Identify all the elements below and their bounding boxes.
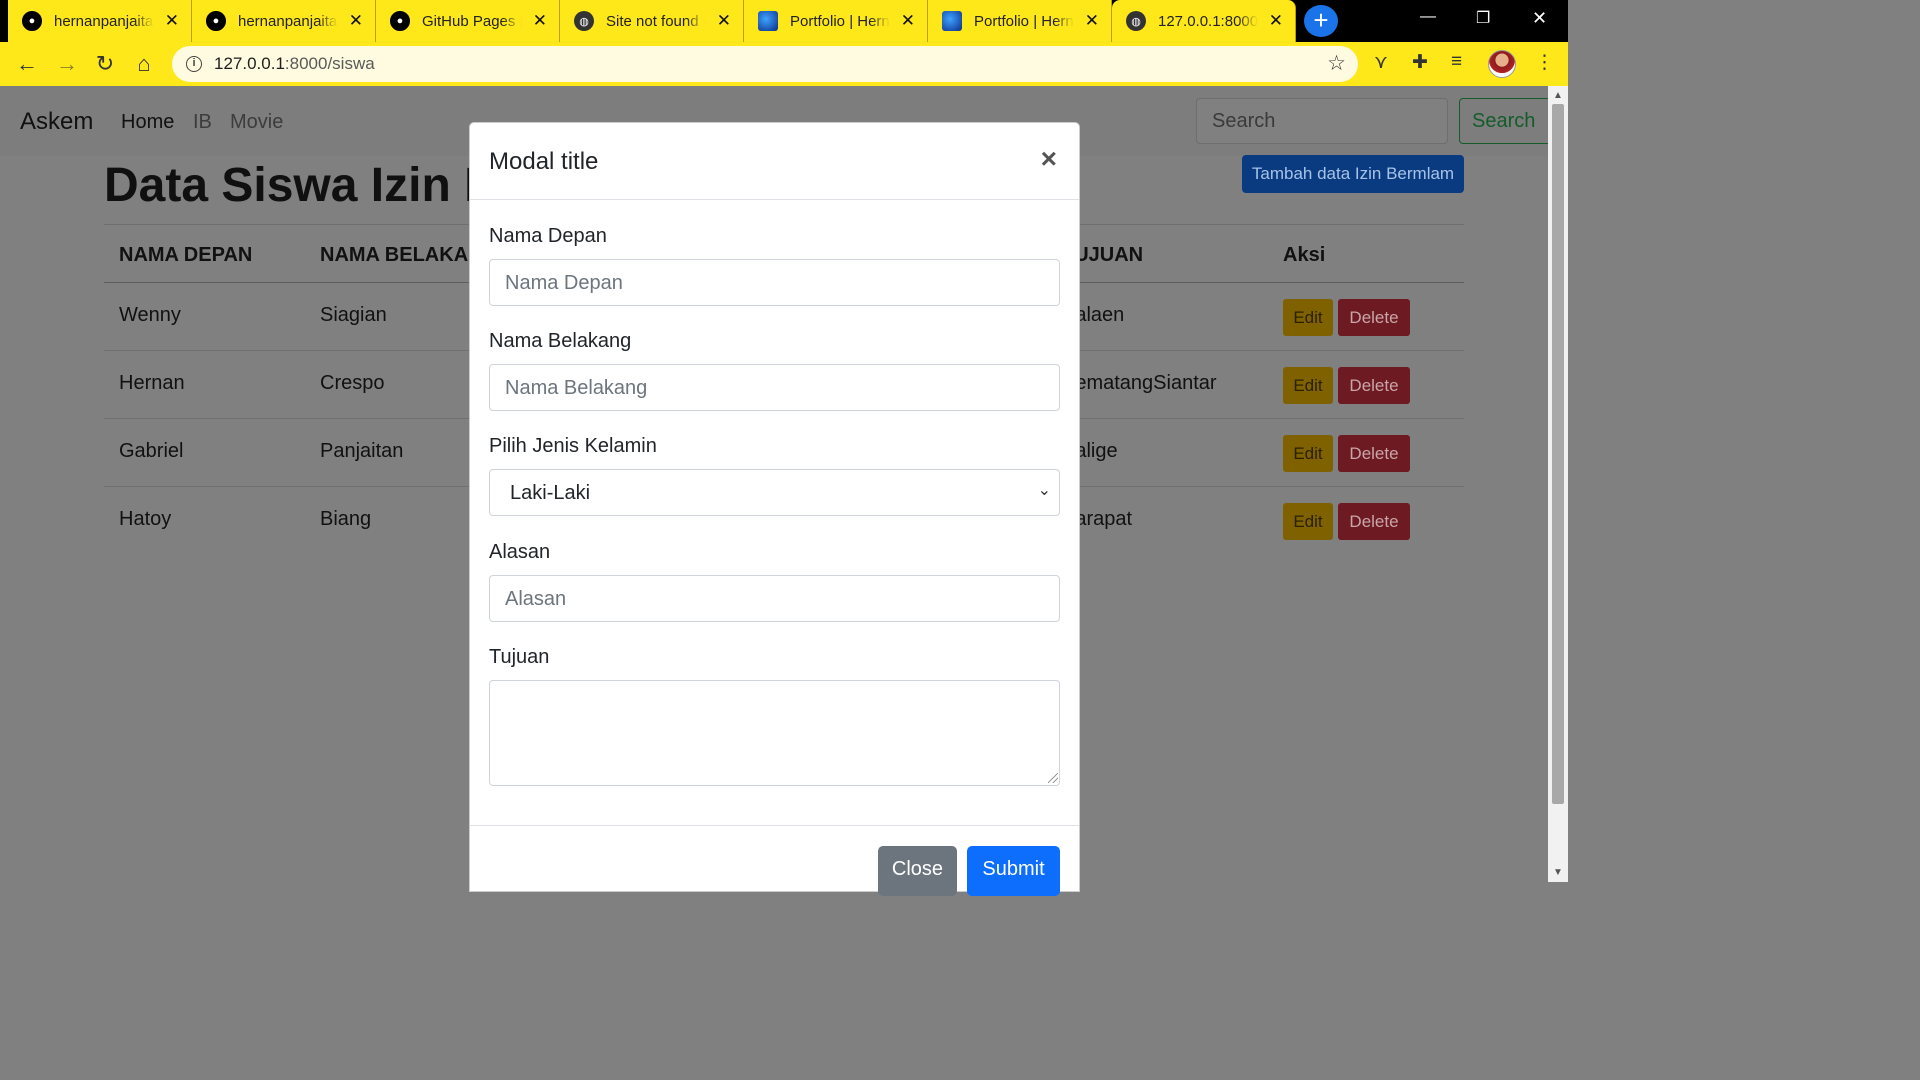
- scrollbar-thumb[interactable]: [1552, 104, 1564, 804]
- browser-tab[interactable]: Portfolio | Herna ✕: [928, 0, 1112, 42]
- tab-title: Portfolio | Herna: [790, 12, 890, 30]
- cell-nama-belakang: Panjaitan: [320, 440, 404, 462]
- media-control-icon[interactable]: ≡: [1451, 51, 1462, 73]
- close-tab-icon[interactable]: ✕: [1085, 11, 1099, 31]
- close-tab-icon[interactable]: ✕: [717, 11, 731, 31]
- nama-belakang-input[interactable]: Nama Belakang: [489, 364, 1060, 411]
- globe-icon: ◍: [1126, 11, 1146, 31]
- label-tujuan: Tujuan: [489, 646, 550, 668]
- restore-icon[interactable]: ❐: [1476, 8, 1490, 28]
- browser-tab[interactable]: ◍ Site not found · G ✕: [560, 0, 744, 42]
- close-tab-icon[interactable]: ✕: [901, 11, 915, 31]
- edit-button[interactable]: Edit: [1283, 367, 1333, 404]
- github-icon: ●: [390, 11, 410, 31]
- modal-dialog: Modal title × Nama Depan Nama Depan Nama…: [469, 122, 1080, 896]
- nav-link-movie[interactable]: Movie: [230, 111, 283, 134]
- nav-link-home[interactable]: Home: [121, 111, 174, 134]
- delete-button[interactable]: Delete: [1338, 367, 1410, 404]
- tab-title: Portfolio | Herna: [974, 12, 1074, 30]
- page-scrollbar[interactable]: ▲ ▼: [1548, 86, 1568, 882]
- cell-nama-depan: Hernan: [119, 372, 185, 394]
- tab-title: Site not found · G: [606, 12, 706, 30]
- label-jenis-kelamin: Pilih Jenis Kelamin: [489, 435, 657, 457]
- puzzle-extensions-icon[interactable]: ✚: [1412, 51, 1428, 74]
- cell-nama-belakang: Siagian: [320, 304, 387, 326]
- modal-header: Modal title ×: [470, 123, 1079, 200]
- github-icon: ●: [22, 11, 42, 31]
- search-button[interactable]: Search: [1459, 98, 1548, 144]
- tujuan-textarea[interactable]: [489, 680, 1060, 786]
- profile-avatar[interactable]: [1488, 50, 1516, 78]
- forward-icon[interactable]: →: [54, 52, 80, 76]
- jenis-kelamin-select[interactable]: Laki-Laki ⌄: [489, 469, 1060, 516]
- tab-title: hernanpanjaitan: [54, 12, 154, 30]
- cell-nama-belakang: Crespo: [320, 372, 385, 394]
- portfolio-icon: [758, 11, 778, 31]
- edit-button[interactable]: Edit: [1283, 299, 1333, 336]
- delete-button[interactable]: Delete: [1338, 503, 1410, 540]
- alasan-input[interactable]: Alasan: [489, 575, 1060, 622]
- extension-icon[interactable]: ⋎: [1374, 51, 1388, 74]
- home-icon[interactable]: ⌂: [131, 52, 157, 76]
- tab-title: 127.0.0.1:8000/s: [1158, 12, 1258, 30]
- nama-depan-input[interactable]: Nama Depan: [489, 259, 1060, 306]
- delete-button[interactable]: Delete: [1338, 435, 1410, 472]
- github-icon: ●: [206, 11, 226, 31]
- browser-tab[interactable]: Portfolio | Herna ✕: [744, 0, 928, 42]
- edit-button[interactable]: Edit: [1283, 503, 1333, 540]
- bookmark-star-icon[interactable]: ☆: [1327, 51, 1346, 76]
- cell-nama-depan: Hatoy: [119, 508, 172, 530]
- column-header: Aksi: [1283, 244, 1326, 266]
- label-nama-depan: Nama Depan: [489, 225, 607, 247]
- close-tab-icon[interactable]: ✕: [165, 11, 179, 31]
- cell-nama-belakang: Biang: [320, 508, 372, 530]
- tab-strip: ● hernanpanjaitan ✕ ● hernanpanjaitan ✕ …: [0, 0, 1568, 42]
- globe-icon: ◍: [574, 11, 594, 31]
- submit-button[interactable]: Submit: [967, 846, 1060, 896]
- cell-nama-depan: Gabriel: [119, 440, 184, 462]
- site-info-icon[interactable]: i: [186, 56, 202, 72]
- scroll-up-icon[interactable]: ▲: [1553, 90, 1563, 101]
- browser-toolbar: ← → ↻ ⌂ i 127.0.0.1:8000/siswa ☆ ⋎ ✚ ≡ ⋮: [0, 42, 1568, 86]
- label-nama-belakang: Nama Belakang: [489, 330, 632, 352]
- label-alasan: Alasan: [489, 541, 551, 563]
- delete-button[interactable]: Delete: [1338, 299, 1410, 336]
- reload-icon[interactable]: ↻: [92, 52, 118, 76]
- add-data-button[interactable]: Tambah data Izin Bermlam: [1242, 155, 1464, 193]
- close-window-icon[interactable]: ✕: [1532, 8, 1547, 29]
- close-tab-icon[interactable]: ✕: [349, 11, 363, 31]
- cell-nama-depan: Wenny: [119, 304, 181, 326]
- close-tab-icon[interactable]: ✕: [1269, 11, 1283, 31]
- column-header: NAMA DEPAN: [119, 244, 253, 266]
- minimize-icon[interactable]: —: [1420, 8, 1436, 26]
- resize-grip-icon[interactable]: [1048, 773, 1058, 783]
- search-input[interactable]: Search: [1196, 98, 1448, 144]
- tab-title: GitHub Pages | W: [422, 12, 522, 30]
- portfolio-icon: [942, 11, 962, 31]
- close-button[interactable]: Close: [878, 846, 957, 896]
- chevron-down-icon: ⌄: [1037, 482, 1051, 499]
- close-icon[interactable]: ×: [1041, 145, 1057, 173]
- browser-tab-active[interactable]: ◍ 127.0.0.1:8000/s ✕: [1112, 0, 1296, 42]
- cell-tujuan: PematangSiantar: [1062, 372, 1217, 394]
- back-icon[interactable]: ←: [14, 52, 40, 76]
- new-tab-button[interactable]: +: [1304, 5, 1338, 37]
- url-text: 127.0.0.1:8000/siswa: [214, 54, 375, 73]
- modal-footer-divider: [470, 825, 1079, 826]
- menu-kebab-icon[interactable]: ⋮: [1535, 51, 1554, 74]
- browser-tab[interactable]: ● hernanpanjaitan ✕: [192, 0, 376, 42]
- select-value: Laki-Laki: [510, 482, 591, 504]
- modal-title: Modal title: [489, 148, 599, 175]
- tab-title: hernanpanjaitan: [238, 12, 338, 30]
- browser-tab[interactable]: ● hernanpanjaitan ✕: [8, 0, 192, 42]
- edit-button[interactable]: Edit: [1283, 435, 1333, 472]
- nav-link-ib[interactable]: IB: [193, 111, 212, 134]
- browser-tab[interactable]: ● GitHub Pages | W ✕: [376, 0, 560, 42]
- address-bar[interactable]: i 127.0.0.1:8000/siswa ☆: [172, 46, 1358, 82]
- navbar-brand[interactable]: Askem: [20, 108, 93, 136]
- close-tab-icon[interactable]: ✕: [533, 11, 547, 31]
- scroll-down-icon[interactable]: ▼: [1553, 867, 1563, 878]
